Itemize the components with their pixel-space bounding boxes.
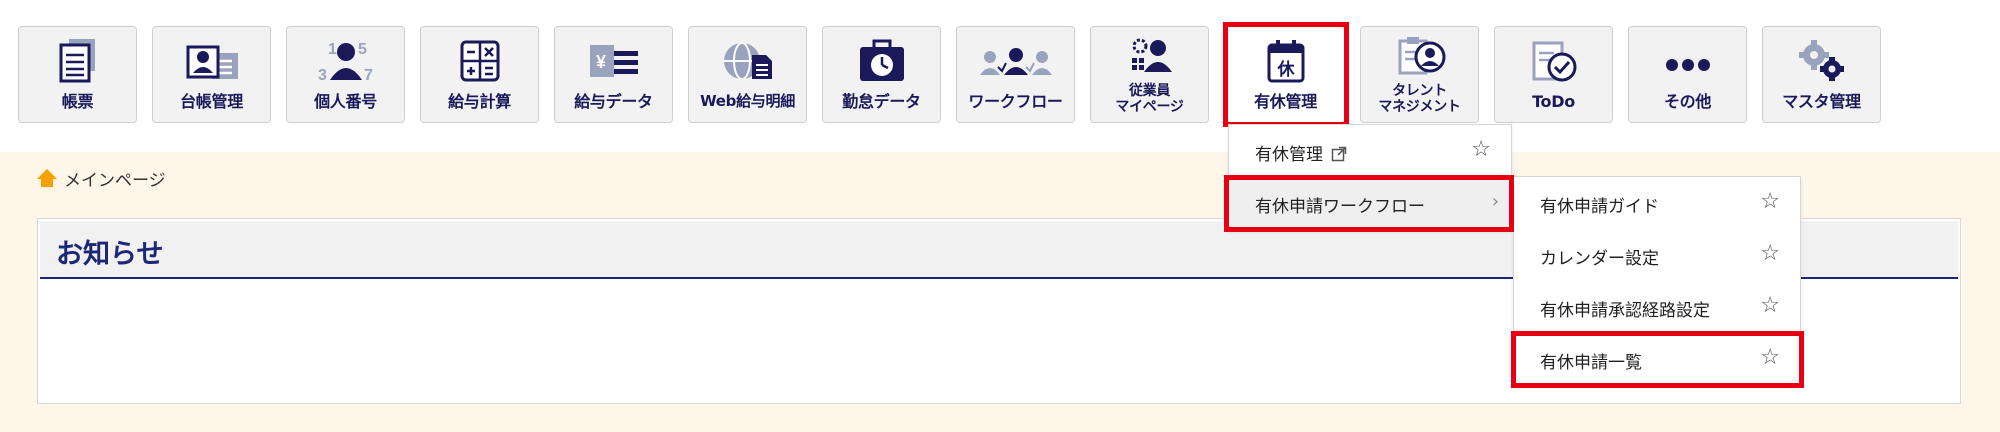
tile-label: 有休管理 [1254, 92, 1317, 111]
menu-item-label: 有休申請ワークフロー [1255, 197, 1425, 217]
more-dots-icon [1629, 37, 1746, 87]
tile-label: 個人番号 [314, 92, 377, 111]
tile-master-management[interactable]: マスタ管理 [1762, 26, 1881, 123]
menu-item-label: 有休管理 [1255, 145, 1323, 165]
tile-label: その他 [1663, 92, 1712, 111]
tile-talent-management[interactable]: タレント マネジメント [1360, 26, 1479, 123]
chevron-right-icon: › [1491, 191, 1499, 212]
star-icon[interactable]: ☆ [1760, 190, 1780, 214]
tile-web-payslip[interactable]: Web給与明細 [688, 26, 807, 123]
tile-label: 台帳管理 [180, 92, 243, 111]
paid-leave-dropdown: 有休管理 ☆ 有休申請ワークフロー › [1228, 124, 1512, 230]
star-icon[interactable]: ☆ [1760, 294, 1780, 318]
talent-clipboard-icon [1361, 33, 1478, 83]
menu-item-leave-request-guide[interactable]: 有休申請ガイド ☆ [1514, 177, 1800, 229]
menu-item-leave-request-workflow[interactable]: 有休申請ワークフロー › [1229, 177, 1511, 229]
star-icon[interactable]: ☆ [1760, 242, 1780, 266]
svg-text:1: 1 [328, 41, 337, 58]
tile-reports[interactable]: 帳票 [18, 26, 137, 123]
tile-label: 従業員 マイページ [1091, 83, 1208, 115]
menu-item-paid-leave-management[interactable]: 有休管理 ☆ [1229, 125, 1511, 177]
clock-briefcase-icon [823, 37, 940, 87]
people-flow-icon [957, 37, 1074, 87]
external-link-icon [1331, 146, 1347, 167]
tile-label-line2: マネジメント [1378, 99, 1461, 115]
id-card-icon [153, 37, 270, 87]
svg-text:¥: ¥ [596, 52, 606, 72]
tile-label: ToDo [1532, 92, 1575, 111]
tile-payroll-calc[interactable]: 給与計算 [420, 26, 539, 123]
tile-label: 帳票 [61, 92, 94, 111]
menu-item-leave-request-list[interactable]: 有休申請一覧 ☆ [1514, 333, 1800, 385]
calendar-holiday-icon: 休 [1227, 37, 1344, 87]
calculator-icon [421, 37, 538, 87]
menu-item-label: 有休申請承認経路設定 [1540, 301, 1710, 321]
todo-check-icon [1495, 37, 1612, 87]
document-stack-icon [19, 37, 136, 87]
tile-label: 給与データ [574, 92, 653, 111]
tile-personal-number[interactable]: 1 5 3 7 個人番号 [286, 26, 405, 123]
svg-text:5: 5 [358, 41, 367, 58]
tile-todo[interactable]: ToDo [1494, 26, 1613, 123]
breadcrumb-main-page[interactable]: メインページ [64, 166, 166, 191]
home-icon[interactable] [36, 167, 58, 189]
menu-item-calendar-settings[interactable]: カレンダー設定 ☆ [1514, 229, 1800, 281]
tile-other[interactable]: その他 [1628, 26, 1747, 123]
tile-label-line2: マイページ [1115, 99, 1184, 115]
tile-label: マスタ管理 [1782, 92, 1861, 111]
breadcrumb: メインページ [36, 166, 166, 191]
notice-title: お知らせ [56, 239, 164, 270]
tile-label: ワークフロー [968, 92, 1063, 111]
tile-label-line1: 従業員 [1128, 83, 1171, 99]
tile-attendance-data[interactable]: 勤怠データ [822, 26, 941, 123]
employee-gear-icon [1091, 33, 1208, 83]
menu-item-label: 有休申請一覧 [1540, 353, 1642, 373]
leave-request-submenu: 有休申請ガイド ☆ カレンダー設定 ☆ 有休申請承認経路設定 ☆ 有休申請一覧 … [1513, 176, 1801, 384]
gears-icon [1763, 37, 1880, 87]
tile-label-line1: タレント [1392, 83, 1447, 99]
tile-label: 給与計算 [448, 92, 511, 111]
menu-item-label: カレンダー設定 [1540, 249, 1659, 269]
top-navigation-bar: 帳票 台帳管理 1 5 3 7 個人番号 給与計算 ¥ 給与データ Web給与明… [0, 0, 2000, 152]
person-number-icon: 1 5 3 7 [287, 37, 404, 87]
tile-label: 勤怠データ [842, 92, 921, 111]
tile-employee-mypage[interactable]: 従業員 マイページ [1090, 26, 1209, 123]
yen-list-icon: ¥ [555, 37, 672, 87]
calendar-char: 休 [1276, 59, 1295, 80]
tile-label: Web給与明細 [700, 92, 795, 110]
globe-document-icon [689, 37, 806, 87]
star-icon[interactable]: ☆ [1760, 346, 1780, 370]
svg-text:7: 7 [364, 67, 373, 84]
menu-item-label: 有休申請ガイド [1540, 197, 1659, 217]
tile-paid-leave[interactable]: 休 有休管理 [1226, 26, 1345, 123]
svg-text:3: 3 [318, 67, 327, 84]
tile-workflow[interactable]: ワークフロー [956, 26, 1075, 123]
tile-label: タレント マネジメント [1361, 83, 1478, 115]
tile-ledger[interactable]: 台帳管理 [152, 26, 271, 123]
tile-payroll-data[interactable]: ¥ 給与データ [554, 26, 673, 123]
menu-item-approval-route-settings[interactable]: 有休申請承認経路設定 ☆ [1514, 281, 1800, 333]
star-icon[interactable]: ☆ [1471, 138, 1491, 162]
